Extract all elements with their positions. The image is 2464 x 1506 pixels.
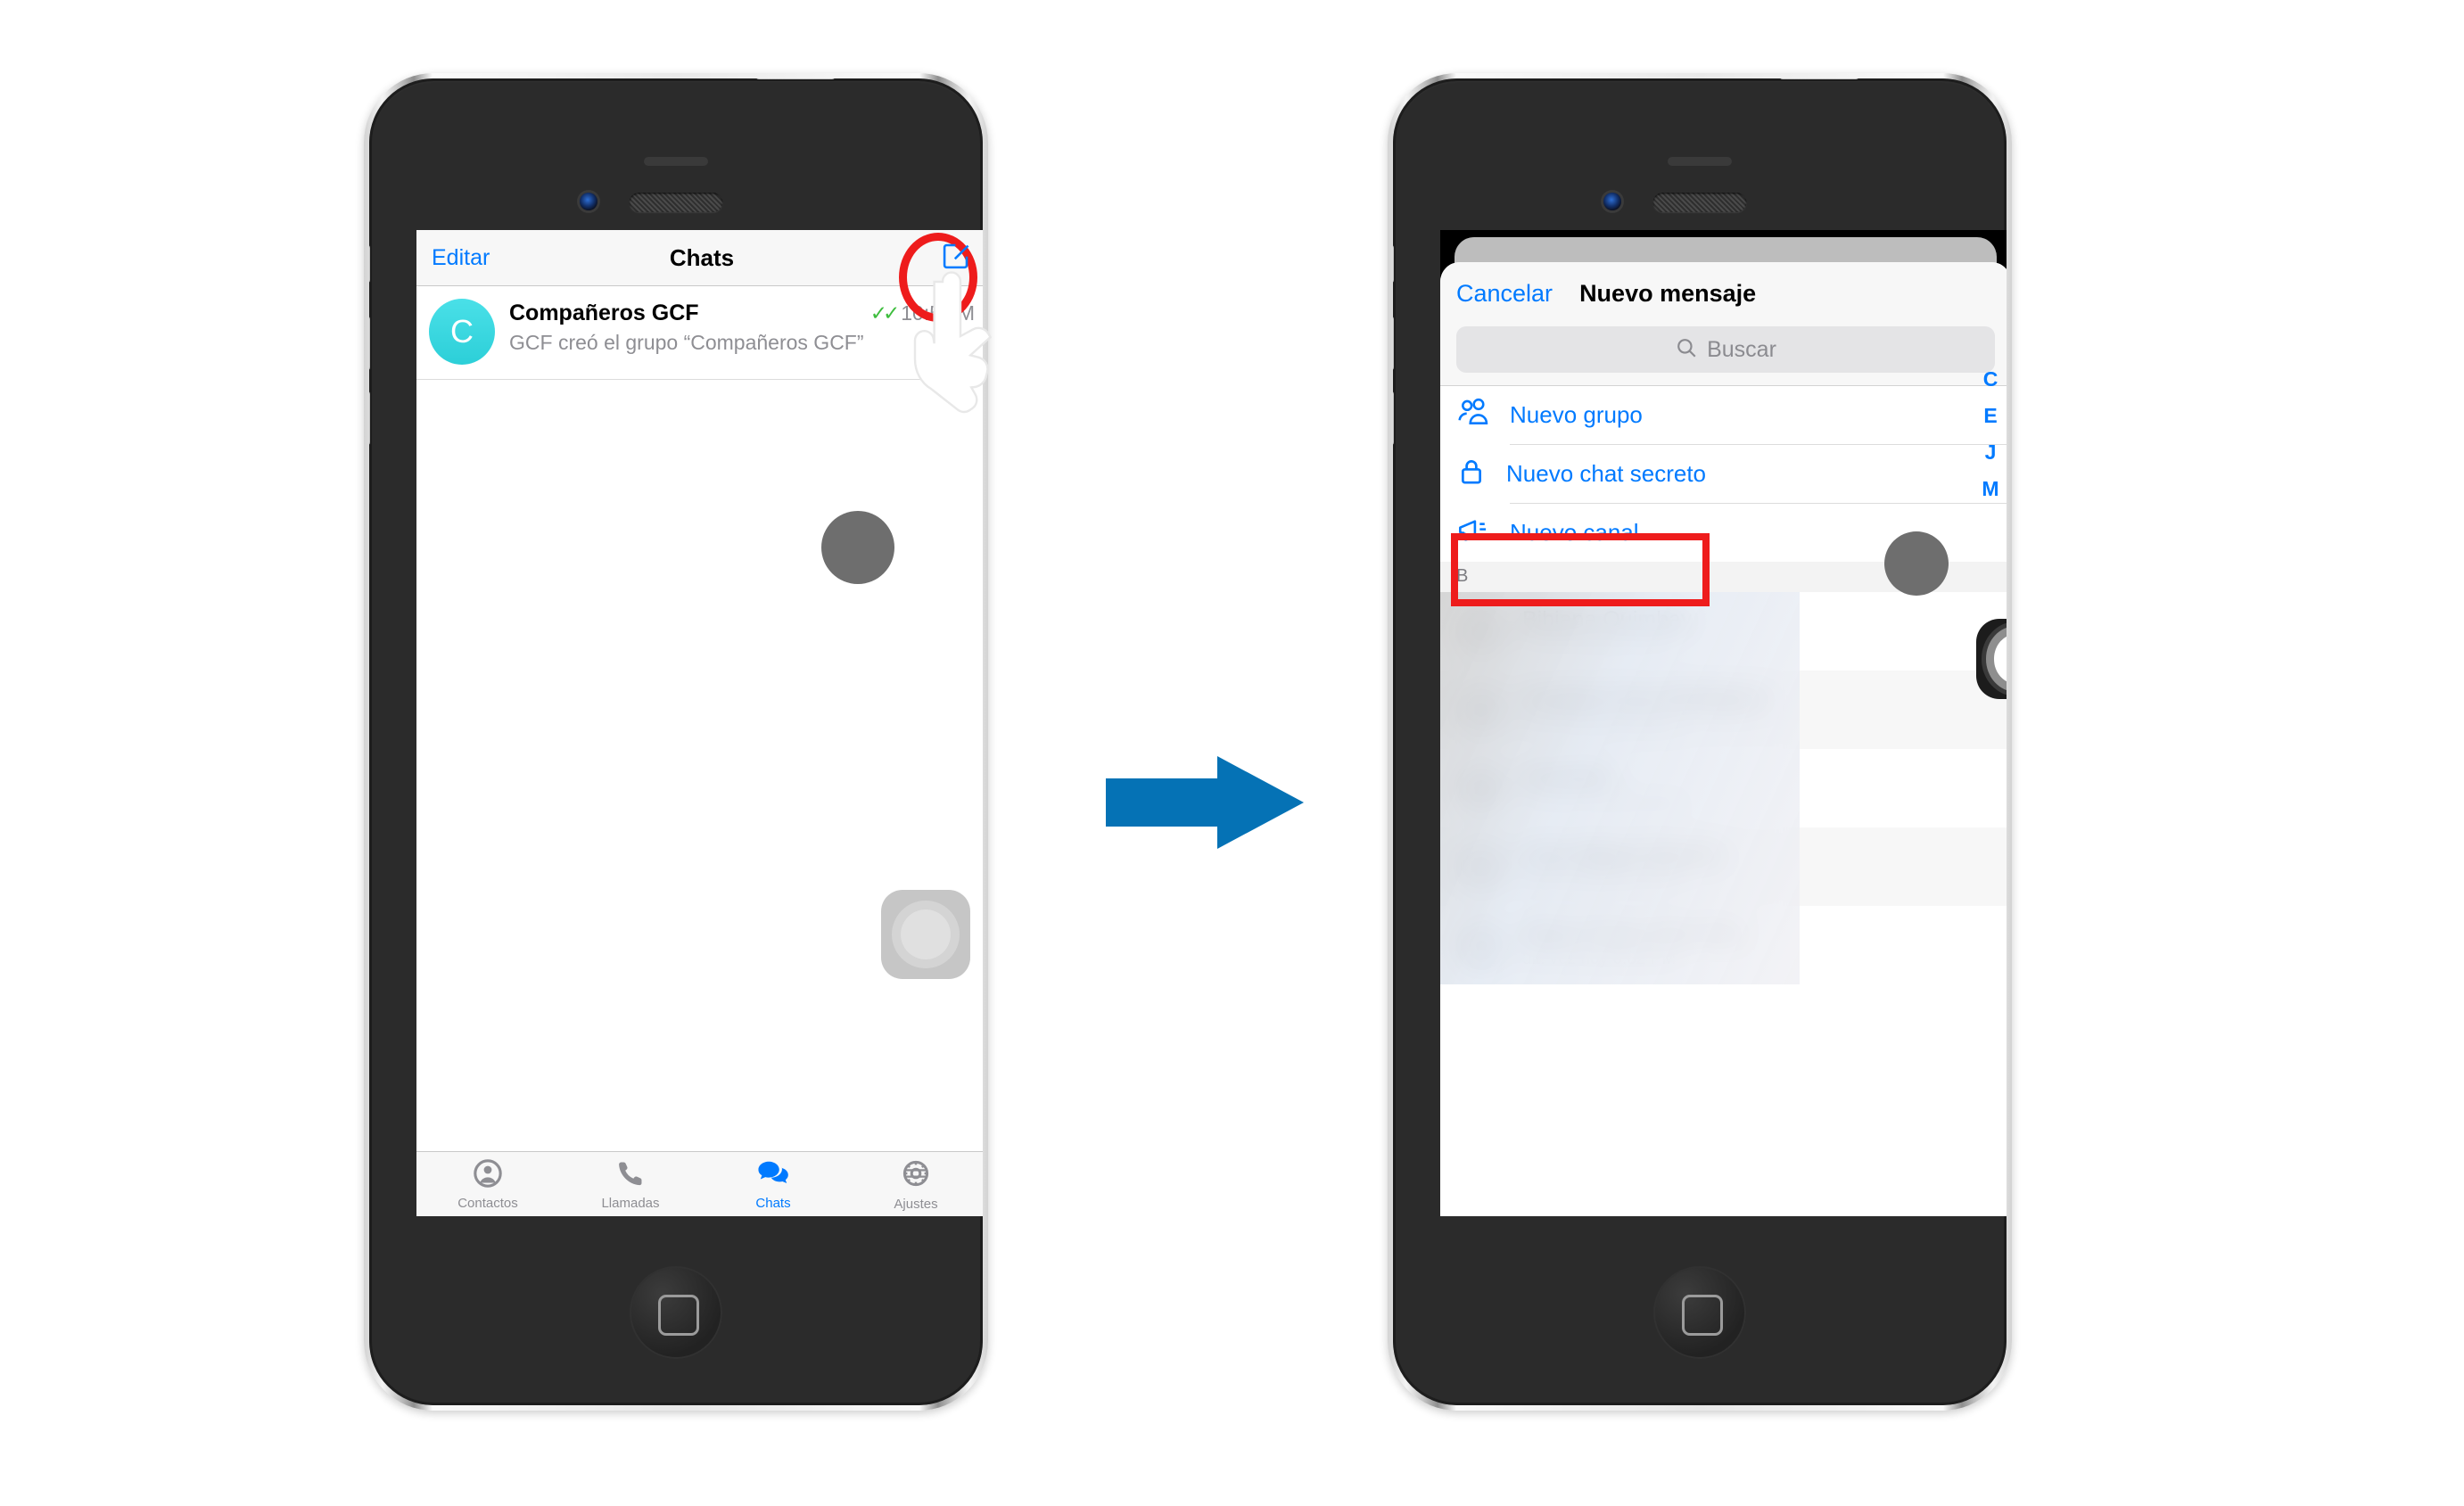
power-button-left-phone[interactable] bbox=[755, 78, 836, 79]
contact-icon bbox=[473, 1158, 503, 1193]
contact-name: Bibiana Quimbay bbox=[1522, 607, 1693, 632]
avatar: C bbox=[429, 299, 495, 365]
screen-right-phone: Cancelar Nuevo mensaje Buscar Nuevo grup… bbox=[1440, 230, 2007, 1216]
avatar: BQ bbox=[1456, 606, 1506, 656]
contacts-list: BQ Bibiana Quimbay últ. vez hace 1 hora … bbox=[1440, 592, 2007, 984]
chats-icon bbox=[756, 1158, 790, 1193]
volume-up-right-phone[interactable] bbox=[1393, 316, 1394, 371]
new-channel-highlight-annotation bbox=[1451, 533, 1710, 606]
contact-status: últ. vez hace 1 hora bbox=[1522, 636, 1670, 654]
tab-contactos[interactable]: Contactos bbox=[416, 1152, 559, 1216]
alphabet-index[interactable]: C E J M bbox=[1975, 367, 2006, 501]
chat-name: Compañeros GCF bbox=[509, 300, 699, 325]
search-input[interactable]: Buscar bbox=[1456, 326, 1995, 373]
earpiece-speaker-left-phone bbox=[629, 193, 723, 212]
search-container: Buscar bbox=[1440, 325, 2007, 385]
list-item[interactable]: E Elizabeth últ. vez recientemente bbox=[1440, 749, 2007, 827]
mute-switch-left-phone[interactable] bbox=[369, 244, 370, 284]
magnifier-artifact bbox=[1976, 619, 2007, 699]
volume-down-left-phone[interactable] bbox=[369, 391, 370, 446]
volume-down-right-phone[interactable] bbox=[1393, 391, 1394, 446]
search-icon bbox=[1675, 336, 1698, 364]
contact-status: últ. vez recientemente bbox=[1522, 793, 1688, 811]
phone-icon bbox=[615, 1158, 646, 1193]
contact-name: Jose Miguel Alarcón bbox=[1522, 843, 1722, 868]
screenshot-canvas: Editar Chats C Compañeros GCF ✓✓ 10:51 M… bbox=[0, 0, 2464, 1506]
cancel-button[interactable]: Cancelar bbox=[1456, 280, 1553, 308]
cursor-dot-artifact bbox=[1884, 531, 1949, 596]
proximity-sensor-left-phone bbox=[644, 157, 708, 166]
list-item[interactable]: MO Maria Paula Ortiz Ruiz últ. vez hoy 6… bbox=[1440, 906, 2007, 984]
gear-icon bbox=[900, 1157, 932, 1194]
alpha-index-letter[interactable]: E bbox=[1983, 404, 1997, 428]
power-button-right-phone[interactable] bbox=[1779, 78, 1859, 79]
tab-label: Contactos bbox=[457, 1195, 518, 1211]
option-label: Nuevo grupo bbox=[1510, 401, 1643, 428]
avatar: E bbox=[1456, 763, 1506, 813]
option-nuevo-chat-secreto[interactable]: Nuevo chat secreto bbox=[1440, 445, 2007, 503]
new-message-sheet: Cancelar Nuevo mensaje Buscar Nuevo grup… bbox=[1440, 262, 2007, 1216]
right-arrow-icon bbox=[1106, 753, 1306, 856]
compose-icon[interactable] bbox=[940, 240, 972, 276]
home-button-left-phone[interactable] bbox=[630, 1266, 722, 1359]
front-camera-left-phone bbox=[580, 193, 597, 210]
tab-label: Llamadas bbox=[601, 1195, 660, 1211]
option-label: Nuevo chat secreto bbox=[1506, 460, 1707, 487]
lock-icon bbox=[1456, 457, 1487, 491]
sheet-nav-bar: Cancelar Nuevo mensaje bbox=[1440, 262, 2007, 325]
list-item[interactable]: CG Carolina Guío Rodriguez últ. vez hoy … bbox=[1440, 671, 2007, 749]
cursor-dot-artifact bbox=[821, 511, 894, 584]
tab-label: Ajustes bbox=[894, 1196, 938, 1212]
front-camera-right-phone bbox=[1603, 193, 1621, 210]
edit-button[interactable]: Editar bbox=[432, 245, 490, 271]
contact-status: últ. vez hoy 3:10 PM bbox=[1522, 871, 1677, 890]
earpiece-speaker-right-phone bbox=[1652, 193, 1747, 212]
tab-chats[interactable]: Chats bbox=[702, 1152, 845, 1216]
contact-name: Elizabeth bbox=[1522, 764, 1614, 789]
sheet-title: Nuevo mensaje bbox=[1579, 279, 1757, 307]
tab-bar: Contactos Llamadas Chats Ajustes bbox=[416, 1151, 983, 1216]
contact-status: últ. vez hoy 6:02 PM bbox=[1522, 950, 1677, 968]
alpha-index-letter[interactable]: J bbox=[1985, 440, 1997, 465]
search-placeholder: Buscar bbox=[1707, 336, 1776, 362]
group-icon bbox=[1456, 398, 1490, 432]
avatar: CG bbox=[1456, 685, 1506, 735]
alpha-index-letter[interactable]: C bbox=[1983, 367, 1998, 391]
volume-up-left-phone[interactable] bbox=[369, 316, 370, 371]
avatar: JA bbox=[1456, 842, 1506, 892]
contact-name: Maria Paula Ortiz Ruiz bbox=[1522, 921, 1746, 946]
phone-device-right: Cancelar Nuevo mensaje Buscar Nuevo grup… bbox=[1388, 73, 2012, 1411]
tab-llamadas[interactable]: Llamadas bbox=[559, 1152, 702, 1216]
tab-label: Chats bbox=[755, 1195, 791, 1211]
tab-ajustes[interactable]: Ajustes bbox=[845, 1152, 983, 1216]
contact-status: últ. vez hoy 5:24 PM bbox=[1522, 714, 1677, 733]
avatar: MO bbox=[1456, 920, 1506, 970]
option-nuevo-grupo[interactable]: Nuevo grupo bbox=[1440, 386, 2007, 444]
pointing-hand-cursor bbox=[892, 267, 1034, 432]
proximity-sensor-right-phone bbox=[1668, 157, 1732, 166]
list-item[interactable]: JA Jose Miguel Alarcón últ. vez hoy 3:10… bbox=[1440, 827, 2007, 906]
mute-switch-right-phone[interactable] bbox=[1393, 244, 1394, 284]
app-switcher-artifact bbox=[881, 890, 970, 979]
alpha-index-letter[interactable]: M bbox=[1982, 477, 1998, 501]
home-button-right-phone[interactable] bbox=[1653, 1266, 1746, 1359]
contact-name: Carolina Guío Rodriguez bbox=[1522, 686, 1768, 711]
